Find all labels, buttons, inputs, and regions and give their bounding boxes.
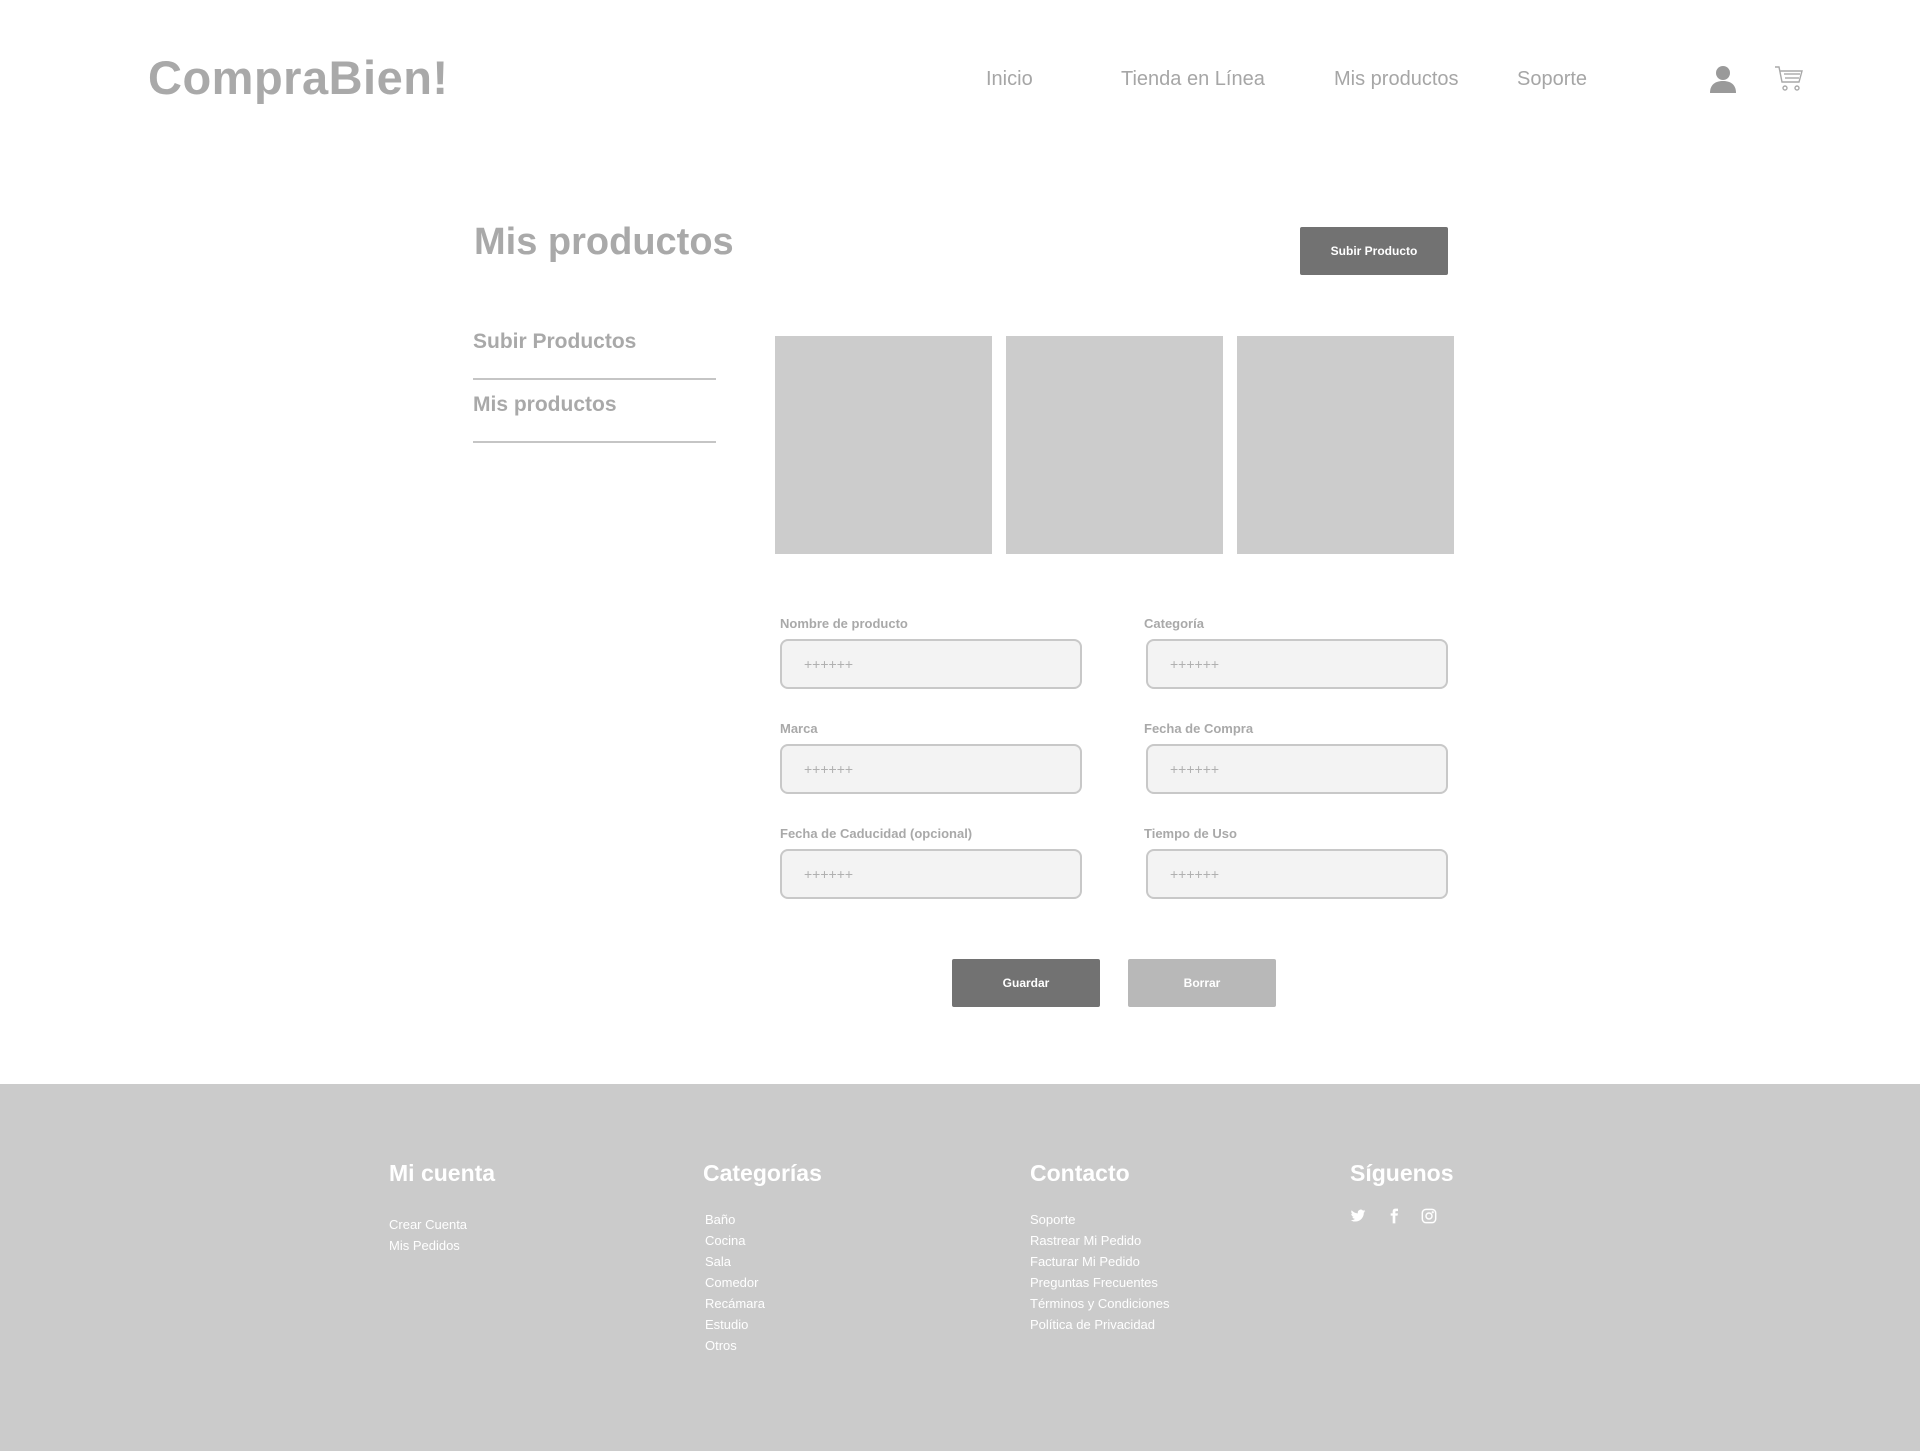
footer-link-cocina[interactable]: Cocina	[705, 1230, 765, 1251]
product-image-slot[interactable]	[1237, 336, 1454, 554]
nav-link-soporte[interactable]: Soporte	[1517, 68, 1587, 91]
category-label: Categoría	[1144, 616, 1204, 631]
footer-link-mis-pedidos[interactable]: Mis Pedidos	[389, 1235, 467, 1256]
product-image-slot[interactable]	[1006, 336, 1223, 554]
category-input[interactable]	[1146, 639, 1448, 689]
twitter-icon[interactable]	[1350, 1208, 1366, 1224]
footer-link-comedor[interactable]: Comedor	[705, 1272, 765, 1293]
nav-link-mis-productos[interactable]: Mis productos	[1334, 68, 1459, 91]
footer-link-recamara[interactable]: Recámara	[705, 1293, 765, 1314]
footer-follow-title: Síguenos	[1350, 1160, 1454, 1186]
nav-link-tienda[interactable]: Tienda en Línea	[1121, 68, 1265, 91]
footer-link-preguntas-frecuentes[interactable]: Preguntas Frecuentes	[1030, 1272, 1169, 1293]
footer-link-otros[interactable]: Otros	[705, 1335, 765, 1356]
footer-link-soporte[interactable]: Soporte	[1030, 1209, 1169, 1230]
footer-contact-title: Contacto	[1030, 1160, 1130, 1186]
footer-link-rastrear-pedido[interactable]: Rastrear Mi Pedido	[1030, 1230, 1169, 1251]
footer-link-privacidad[interactable]: Política de Privacidad	[1030, 1314, 1169, 1335]
upload-product-button[interactable]: Subir Producto	[1300, 227, 1448, 275]
brand-logo[interactable]: CompraBien!	[148, 50, 449, 105]
side-menu-subir-productos[interactable]: Subir Productos	[473, 318, 716, 380]
footer-link-estudio[interactable]: Estudio	[705, 1314, 765, 1335]
product-name-input[interactable]	[780, 639, 1082, 689]
page-title: Mis productos	[474, 221, 734, 263]
footer-account-links: Crear Cuenta Mis Pedidos	[389, 1214, 467, 1256]
footer-link-sala[interactable]: Sala	[705, 1251, 765, 1272]
facebook-icon[interactable]	[1386, 1208, 1402, 1224]
brand-input[interactable]	[780, 744, 1082, 794]
delete-button[interactable]: Borrar	[1128, 959, 1276, 1007]
purchase-date-label: Fecha de Compra	[1144, 721, 1254, 736]
save-button[interactable]: Guardar	[952, 959, 1100, 1007]
product-image-slot[interactable]	[775, 336, 992, 554]
footer-link-terminos[interactable]: Términos y Condiciones	[1030, 1293, 1169, 1314]
brand-label: Marca	[780, 721, 818, 736]
instagram-icon[interactable]	[1421, 1208, 1437, 1224]
expiry-date-input[interactable]	[780, 849, 1082, 899]
usage-time-label: Tiempo de Uso	[1144, 826, 1237, 841]
footer-contact-links: Soporte Rastrear Mi Pedido Facturar Mi P…	[1030, 1209, 1169, 1335]
footer-link-facturar-pedido[interactable]: Facturar Mi Pedido	[1030, 1251, 1169, 1272]
nav-link-inicio[interactable]: Inicio	[986, 68, 1033, 91]
purchase-date-input[interactable]	[1146, 744, 1448, 794]
footer-categories-links: Baño Cocina Sala Comedor Recámara Estudi…	[705, 1209, 765, 1356]
footer-categories-title: Categorías	[703, 1160, 822, 1186]
expiry-date-label: Fecha de Caducidad (opcional)	[780, 826, 973, 841]
footer: Mi cuenta Crear Cuenta Mis Pedidos Categ…	[0, 1084, 1920, 1451]
cart-icon[interactable]	[1774, 64, 1804, 94]
user-icon[interactable]	[1708, 64, 1738, 94]
footer-link-crear-cuenta[interactable]: Crear Cuenta	[389, 1214, 467, 1235]
footer-account-title: Mi cuenta	[389, 1160, 496, 1186]
usage-time-input[interactable]	[1146, 849, 1448, 899]
footer-link-bano[interactable]: Baño	[705, 1209, 765, 1230]
side-menu-mis-productos[interactable]: Mis productos	[473, 381, 716, 443]
product-name-label: Nombre de producto	[780, 616, 908, 631]
